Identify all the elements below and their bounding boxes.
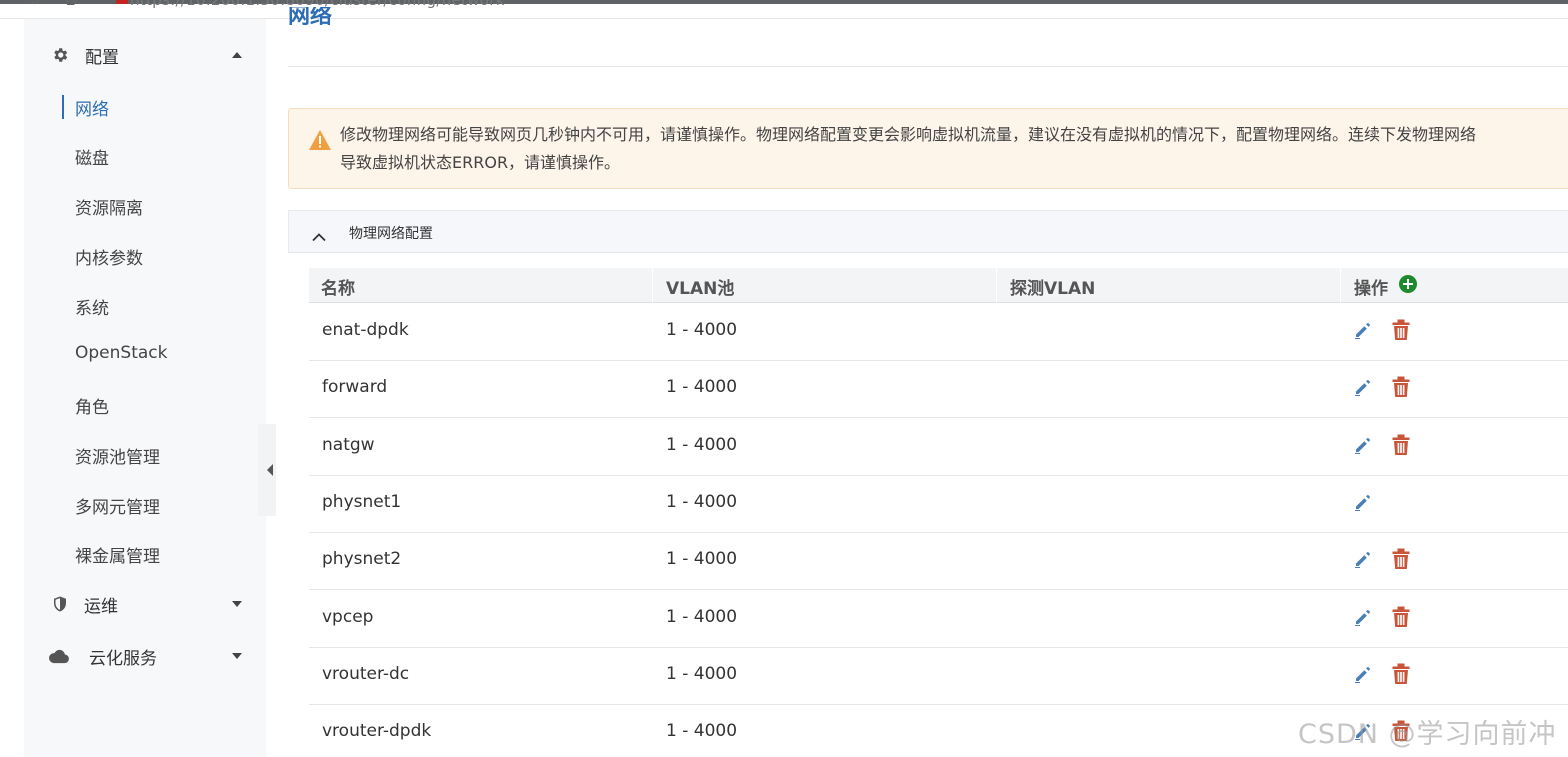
sidebar-item-resource-pool[interactable]: 资源池管理	[75, 443, 160, 468]
column-divider	[996, 268, 997, 303]
vlan-pool-cell: 1 - 4000	[666, 434, 738, 455]
sidebar: 配置 网络 磁盘 资源隔离 内核参数 系统 OpenStack 角色 资源池管理…	[24, 19, 266, 757]
vlan-pool-cell: 1 - 4000	[666, 491, 738, 512]
sidebar-item-multi-ne[interactable]: 多网元管理	[75, 493, 160, 518]
vlan-pool-cell: 1 - 4000	[666, 663, 738, 684]
delete-icon[interactable]	[1391, 376, 1413, 400]
sidebar-item-kernel-params[interactable]: 内核参数	[75, 244, 143, 269]
column-divider	[1340, 268, 1341, 303]
network-name-cell: enat-dpdk	[322, 320, 409, 340]
sidebar-group-label: 云化服务	[89, 648, 157, 669]
warning-alert: 修改物理网络可能导致网页几秒钟内不可用，请谨慎操作。物理网络配置变更会影响虚拟机…	[288, 108, 1568, 189]
table-row: physnet1 1 - 4000	[309, 476, 1568, 533]
edit-icon[interactable]	[1353, 492, 1375, 514]
edit-icon[interactable]	[1353, 377, 1375, 399]
shield-icon	[50, 594, 70, 614]
cloud-icon	[49, 646, 69, 666]
delete-icon[interactable]	[1391, 319, 1413, 343]
sidebar-group-config[interactable]: 配置	[24, 35, 266, 75]
insecure-icon[interactable]	[116, 0, 128, 4]
sidebar-group-label: 配置	[85, 47, 119, 68]
network-name-cell: physnet1	[322, 491, 402, 512]
caret-up-icon	[232, 52, 242, 58]
table-row: vpcep 1 - 4000	[309, 591, 1568, 648]
sidebar-item-resource-isolation[interactable]: 资源隔离	[75, 194, 143, 219]
sidebar-collapse-toggle[interactable]	[258, 424, 276, 516]
edit-icon[interactable]	[1353, 607, 1375, 629]
delete-icon[interactable]	[1391, 548, 1413, 572]
delete-icon[interactable]	[1391, 606, 1413, 630]
alert-message: 修改物理网络可能导致网页几秒钟内不可用，请谨慎操作。物理网络配置变更会影响虚拟机…	[340, 125, 1477, 172]
add-network-icon[interactable]	[1399, 275, 1417, 293]
network-name-cell: vpcep	[322, 606, 374, 627]
sidebar-group-cloud-services[interactable]: 云化服务	[24, 636, 266, 676]
network-name-cell: vrouter-dc	[322, 663, 410, 684]
table-row: enat-dpdk 1 - 4000	[309, 304, 1568, 361]
vlan-pool-cell: 1 - 4000	[666, 320, 738, 340]
physical-network-panel-header[interactable]: 物理网络配置	[288, 210, 1568, 253]
gear-icon	[50, 45, 70, 65]
column-header-vlan-pool: VLAN池	[666, 279, 735, 299]
sidebar-group-ops[interactable]: 运维	[24, 584, 266, 624]
network-name-cell: vrouter-dpdk	[322, 721, 432, 742]
network-name-cell: forward	[322, 377, 388, 398]
sidebar-item-system[interactable]: 系统	[75, 294, 109, 319]
reload-icon[interactable]: ↻	[28, 0, 41, 9]
table-header: 名称 VLAN池 探测VLAN 操作	[309, 268, 1568, 303]
table-row: vrouter-dc 1 - 4000	[309, 648, 1568, 705]
watermark: CSDN @学习向前冲	[1298, 719, 1557, 750]
column-header-name: 名称	[321, 279, 355, 299]
vlan-pool-cell: 1 - 4000	[666, 721, 738, 742]
delete-icon[interactable]	[1391, 663, 1413, 687]
column-header-probe-vlan: 探测VLAN	[1010, 279, 1096, 299]
warning-icon	[309, 130, 331, 150]
caret-down-icon	[232, 601, 242, 607]
column-header-actions: 操作	[1354, 279, 1388, 299]
sidebar-item-bare-metal[interactable]: 裸金属管理	[75, 542, 160, 567]
vlan-pool-cell: 1 - 4000	[666, 377, 738, 398]
network-name-cell: natgw	[322, 434, 375, 455]
page-title: 网络	[288, 7, 333, 29]
sidebar-item-network[interactable]: 网络	[75, 95, 109, 120]
sidebar-group-label: 运维	[84, 596, 118, 617]
active-indicator	[62, 95, 64, 119]
chevron-up-icon[interactable]	[312, 227, 326, 242]
vlan-pool-cell: 1 - 4000	[666, 549, 738, 570]
edit-icon[interactable]	[1353, 549, 1375, 571]
browser-chrome: ↻ ⌂ https://10.200.1.50:8090/cluster/con…	[0, 0, 1568, 19]
sidebar-item-role[interactable]: 角色	[75, 393, 109, 418]
edit-icon[interactable]	[1353, 435, 1375, 457]
title-divider	[288, 66, 1568, 67]
table-row: physnet2 1 - 4000	[309, 533, 1568, 591]
delete-icon[interactable]	[1391, 434, 1413, 458]
table-row: forward 1 - 4000	[309, 361, 1568, 419]
table-row: natgw 1 - 4000	[309, 419, 1568, 476]
column-divider	[652, 268, 653, 303]
edit-icon[interactable]	[1353, 320, 1375, 342]
home-icon[interactable]: ⌂	[66, 0, 76, 9]
sidebar-item-disk[interactable]: 磁盘	[75, 144, 109, 169]
sidebar-item-openstack[interactable]: OpenStack	[75, 343, 167, 363]
caret-down-icon	[232, 653, 242, 659]
collapse-left-icon	[267, 464, 273, 476]
vlan-pool-cell: 1 - 4000	[666, 606, 738, 627]
network-name-cell: physnet2	[322, 549, 402, 570]
panel-title: 物理网络配置	[349, 226, 433, 242]
edit-icon[interactable]	[1353, 664, 1375, 686]
